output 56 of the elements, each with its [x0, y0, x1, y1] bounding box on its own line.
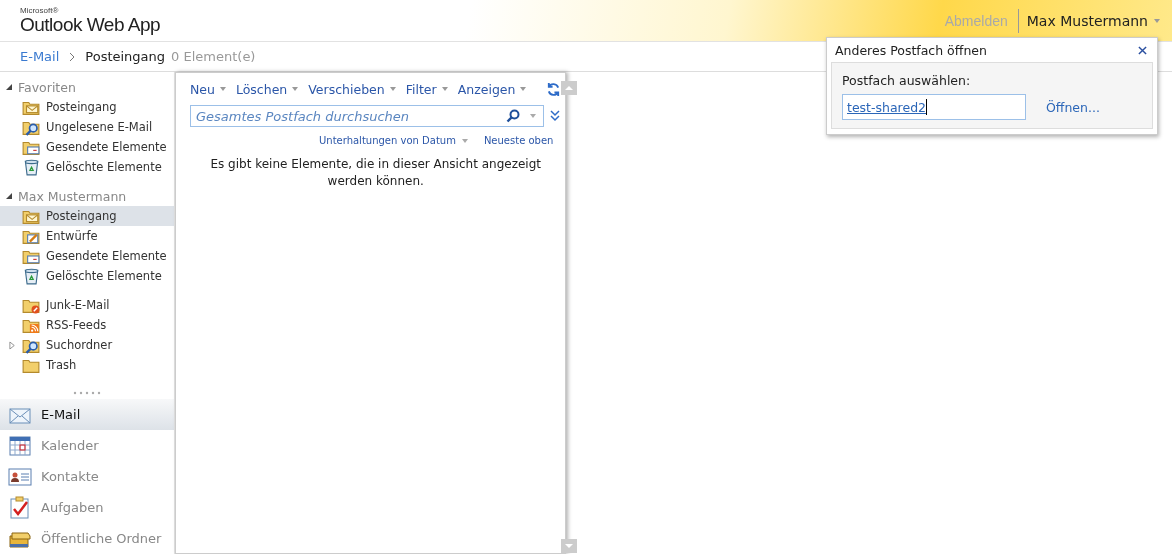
- user-menu[interactable]: Max Mustermann: [1018, 12, 1160, 29]
- breadcrumb-link[interactable]: E-Mail: [20, 49, 60, 64]
- open-link[interactable]: Öffnen...: [1046, 99, 1100, 115]
- folder-item[interactable]: Ungelesene E-Mail: [0, 117, 174, 137]
- folder-item[interactable]: Gelöschte Elemente: [0, 266, 174, 286]
- empty-message: Es gibt keine Elemente, die in dieser Ansicht angezeigt werden können.: [209, 156, 542, 190]
- folder-item[interactable]: Junk-E-Mail: [0, 295, 174, 315]
- chevron-icon: [69, 51, 76, 62]
- module-button[interactable]: Aufgaben: [0, 492, 174, 523]
- recycle-bin-icon: [22, 158, 40, 176]
- caret-icon: [520, 87, 527, 91]
- module-button[interactable]: Öffentliche Ordner: [0, 523, 174, 554]
- expand-chevrons-icon: [550, 110, 560, 122]
- calendar-icon: [8, 433, 32, 458]
- caret-icon: [1154, 18, 1160, 23]
- folder-item[interactable]: Suchordner: [0, 335, 174, 355]
- dropdown-caret-icon: [530, 114, 536, 118]
- toolbar-menu-button[interactable]: Neu: [190, 81, 226, 97]
- caret-icon: [219, 87, 226, 91]
- toolbar-menu-button[interactable]: Verschieben: [308, 81, 396, 97]
- caret-icon: [389, 87, 396, 91]
- caret-icon: [292, 87, 299, 91]
- toolbar-menu-button[interactable]: Anzeigen: [457, 81, 527, 97]
- mailbox-field[interactable]: test-shared2: [842, 94, 1026, 120]
- section-header[interactable]: Max Mustermann: [18, 188, 127, 204]
- module-button[interactable]: Kalender: [0, 430, 174, 461]
- folder-item[interactable]: Trash: [0, 355, 174, 375]
- dialog-title: Anderes Postfach öffnen: [835, 43, 987, 58]
- search-field[interactable]: Gesamtes Postfach durchsuchen: [190, 105, 544, 127]
- folder-item[interactable]: Posteingang: [0, 97, 174, 117]
- clipboard-check-icon: [8, 495, 32, 520]
- section-header[interactable]: Favoriten: [18, 79, 76, 95]
- caret-icon: [441, 87, 448, 91]
- folder-item[interactable]: Posteingang: [0, 206, 174, 226]
- brand-text: Microsoft®: [20, 6, 60, 15]
- field-label: Postfach auswählen:: [842, 73, 972, 88]
- refresh-icon: [546, 81, 562, 97]
- item-count: 0 Element(e): [171, 49, 256, 64]
- caret-icon: [461, 138, 468, 143]
- module-button[interactable]: Kontakte: [0, 461, 174, 492]
- folder-item[interactable]: RSS-Feeds: [0, 315, 174, 335]
- folder-item[interactable]: Gesendete Elemente: [0, 137, 174, 157]
- folder-item[interactable]: Gesendete Elemente: [0, 246, 174, 266]
- breadcrumb-current: Posteingang: [85, 49, 166, 64]
- folder-item[interactable]: Entwürfe: [0, 226, 174, 246]
- splitter-grip-icon: [72, 391, 102, 395]
- arrange-by-menu[interactable]: Unterhaltungen von Datum: [319, 135, 468, 146]
- app-logo: Outlook Web App: [20, 15, 161, 35]
- close-icon: [1138, 46, 1147, 55]
- module-button[interactable]: E-Mail: [0, 399, 174, 430]
- toolbar-menu-button[interactable]: Filter: [405, 81, 448, 97]
- toolbar-menu-button[interactable]: Löschen: [235, 81, 299, 97]
- folder-item[interactable]: Gelöschte Elemente: [0, 157, 174, 177]
- recycle-bin-icon: [22, 267, 40, 285]
- search-icon: [506, 109, 520, 123]
- sort-order-link[interactable]: Neueste oben: [483, 135, 554, 146]
